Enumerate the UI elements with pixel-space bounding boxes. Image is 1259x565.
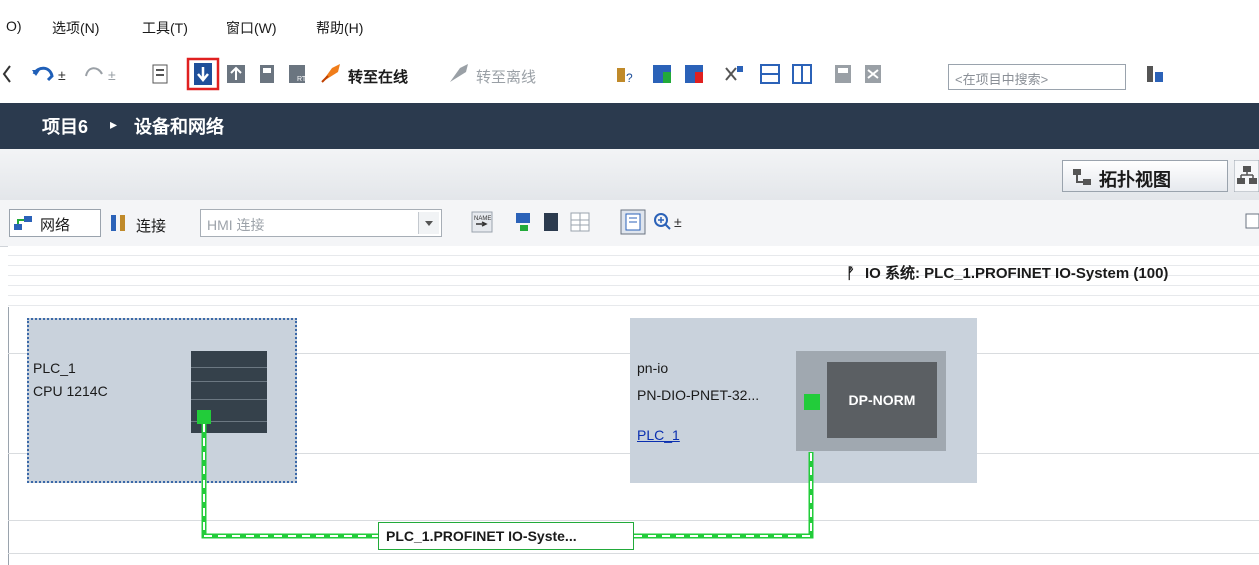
redo-icon[interactable]: ± bbox=[82, 62, 122, 86]
device-properties-icon[interactable] bbox=[540, 210, 564, 234]
plc-profinet-port[interactable] bbox=[197, 410, 211, 424]
network-mode-label: 网络 bbox=[40, 217, 71, 234]
accessible-devices-icon[interactable]: ? bbox=[614, 62, 638, 86]
pnio-controller-link[interactable]: PLC_1 bbox=[637, 427, 680, 443]
go-offline-icon[interactable] bbox=[446, 60, 472, 86]
simulation-icon[interactable]: RT bbox=[286, 62, 310, 86]
svg-text:±: ± bbox=[108, 67, 116, 83]
breadcrumb-project[interactable]: 项目6 bbox=[42, 113, 88, 139]
pnio-device-name: pn-io bbox=[637, 360, 669, 376]
connections-icon[interactable] bbox=[108, 212, 130, 234]
topology-view-label: 拓扑视图 bbox=[1099, 170, 1171, 190]
zoom-icon[interactable]: ± bbox=[652, 210, 692, 234]
split-vertical-icon[interactable] bbox=[790, 62, 814, 86]
menu-window[interactable]: 窗口(W) bbox=[226, 18, 277, 38]
network-icon bbox=[14, 216, 32, 230]
chevron-down-icon[interactable] bbox=[418, 212, 439, 234]
svg-text:NAME: NAME bbox=[474, 216, 491, 222]
stop-cpu-icon[interactable] bbox=[682, 62, 706, 86]
pnio-profinet-port[interactable] bbox=[804, 394, 820, 410]
menu-help[interactable]: 帮助(H) bbox=[316, 18, 363, 38]
io-system-text: IO 系统: PLC_1.PROFINET IO-System (100) bbox=[865, 265, 1169, 282]
go-offline-button[interactable]: 转至离线 bbox=[476, 66, 536, 87]
tab-network-view-icon[interactable] bbox=[1234, 160, 1259, 192]
menu-online[interactable]: O) bbox=[6, 18, 22, 34]
upload-from-device-icon[interactable] bbox=[224, 62, 250, 86]
network-mode-button[interactable]: 网络 bbox=[9, 209, 101, 237]
svg-text:±: ± bbox=[674, 214, 682, 230]
split-horizontal-icon[interactable] bbox=[758, 62, 782, 86]
table-view-icon[interactable] bbox=[568, 210, 592, 234]
connection-type-select[interactable]: HMI 连接 bbox=[200, 209, 442, 237]
menu-bar: O) 选项(N) 工具(T) 窗口(W) 帮助(H) bbox=[0, 0, 1259, 38]
modify-values-icon[interactable] bbox=[862, 62, 886, 86]
plc-device-name: PLC_1 bbox=[33, 360, 76, 376]
plc-device-type: CPU 1214C bbox=[33, 383, 108, 399]
pnio-device-type: PN-DIO-PNET-32... bbox=[637, 387, 760, 403]
io-system-label: ᚡ IO 系统: PLC_1.PROFINET IO-System (100) bbox=[846, 262, 1168, 283]
subnet-label[interactable]: PLC_1.PROFINET IO-Syste... bbox=[378, 522, 634, 550]
topology-icon bbox=[1073, 169, 1091, 185]
breadcrumb-separator-icon: ▸ bbox=[110, 116, 118, 132]
connections-mode-label[interactable]: 连接 bbox=[136, 215, 166, 236]
memory-card-icon[interactable] bbox=[256, 62, 280, 86]
grid-line bbox=[8, 520, 1259, 521]
network-overview-icon[interactable] bbox=[512, 210, 536, 234]
page-title: 设备和网络 bbox=[134, 117, 224, 137]
search-placeholder: <在项目中搜索> bbox=[955, 72, 1049, 87]
grid-line bbox=[8, 553, 1259, 554]
show-address-labels-icon[interactable]: NAME bbox=[470, 210, 494, 234]
pin-icon[interactable]: ᚡ bbox=[846, 265, 855, 282]
go-online-button[interactable]: 转至在线 bbox=[348, 66, 408, 87]
compile-icon[interactable] bbox=[150, 62, 174, 86]
svg-text:±: ± bbox=[58, 67, 66, 83]
start-cpu-icon[interactable] bbox=[650, 62, 674, 86]
connection-type-value: HMI 连接 bbox=[207, 217, 265, 233]
project-search-input[interactable]: <在项目中搜索> bbox=[948, 64, 1126, 90]
dp-norm-module[interactable]: DP-NORM bbox=[827, 362, 937, 438]
search-in-project-icon[interactable] bbox=[1143, 62, 1167, 86]
toolbar-overflow-icon[interactable] bbox=[1244, 210, 1259, 234]
download-to-device-icon[interactable] bbox=[186, 57, 220, 91]
monitor-all-icon[interactable] bbox=[832, 62, 856, 86]
tab-topology-view[interactable]: 拓扑视图 bbox=[1062, 160, 1228, 192]
go-online-icon[interactable] bbox=[318, 60, 344, 86]
show-overview-icon[interactable] bbox=[620, 209, 646, 235]
svg-text:?: ? bbox=[626, 71, 633, 85]
menu-options[interactable]: 选项(N) bbox=[52, 18, 99, 38]
menu-tools[interactable]: 工具(T) bbox=[142, 18, 188, 38]
cross-reference-icon[interactable] bbox=[722, 62, 746, 86]
undo-icon[interactable]: ± bbox=[30, 62, 70, 86]
svg-text:RT: RT bbox=[297, 76, 307, 83]
chevron-left-icon[interactable] bbox=[0, 62, 14, 86]
editor-title-bar: 项目6 ▸ 设备和网络 bbox=[0, 103, 1259, 149]
